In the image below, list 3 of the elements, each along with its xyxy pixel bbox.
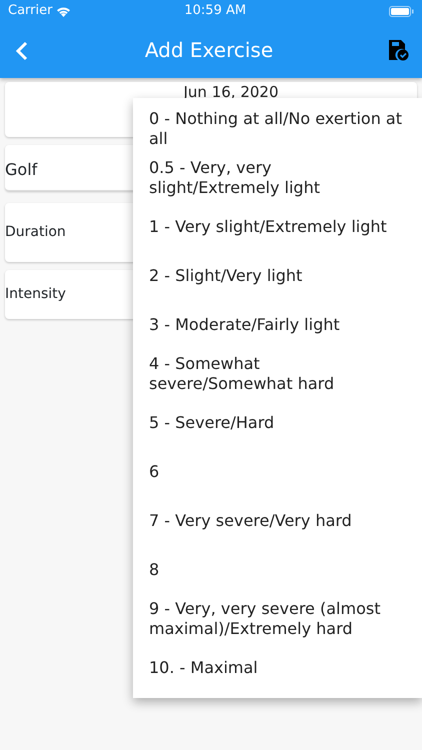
- clock-time: 10:59 AM: [184, 2, 246, 20]
- screen-title: Add Exercise: [144, 37, 274, 64]
- carrier-label: Carrier: [8, 2, 52, 20]
